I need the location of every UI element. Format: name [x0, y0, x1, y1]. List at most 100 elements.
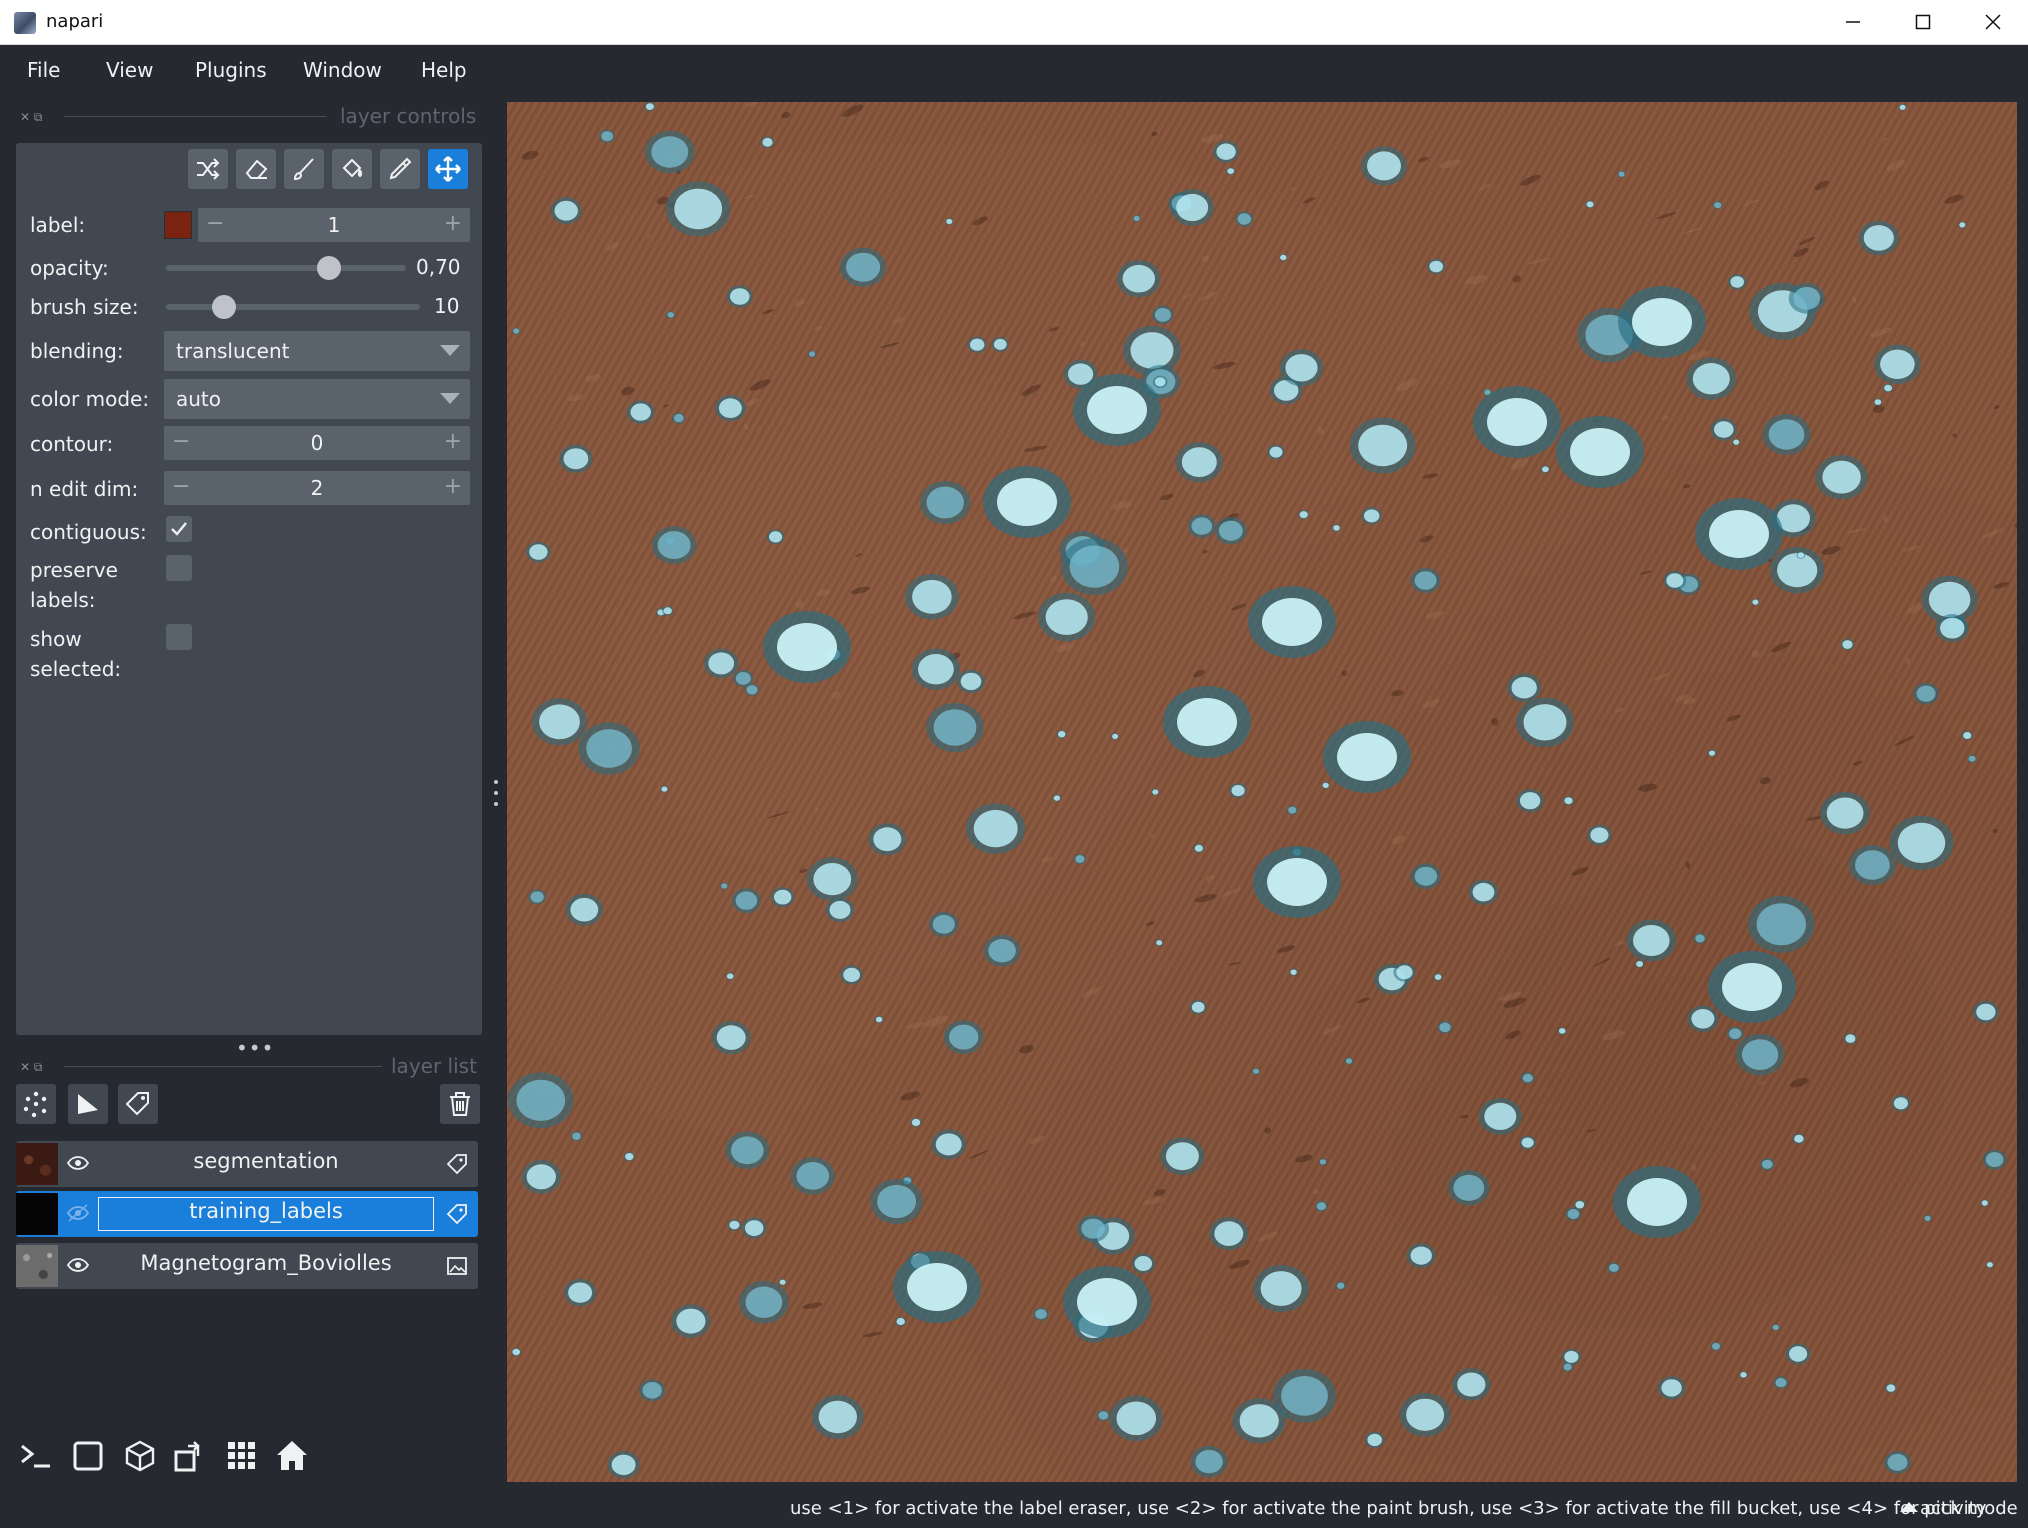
dock-divider: [64, 1066, 382, 1067]
layer-name: segmentation: [193, 1149, 339, 1173]
shuffle-icon: [197, 158, 220, 180]
toggle-ndisplay-button[interactable]: [66, 1434, 110, 1478]
labels-icon: [446, 1204, 467, 1225]
maximize-icon: [1915, 14, 1931, 30]
increment-icon[interactable]: +: [444, 474, 462, 499]
eraser-icon: [245, 159, 268, 179]
pan-zoom-button[interactable]: [428, 149, 468, 189]
layer-thumbnail: [16, 1245, 58, 1287]
layer-thumbnail: [16, 1193, 58, 1235]
dock-divider: [64, 116, 326, 117]
show-selected-checkbox[interactable]: [166, 624, 192, 650]
home-icon: [277, 1441, 307, 1470]
grid-view-button[interactable]: [220, 1434, 264, 1478]
new-shapes-layer-button[interactable]: [68, 1084, 108, 1124]
color-picker-icon: [389, 157, 412, 180]
points-icon: [23, 1091, 47, 1118]
blending-dropdown[interactable]: translucent: [164, 331, 470, 371]
layer-row-training-labels[interactable]: training_labels: [16, 1191, 478, 1237]
paint-brush-icon: [293, 158, 314, 181]
label-caption: label:: [30, 213, 86, 237]
new-labels-layer-button[interactable]: [118, 1084, 158, 1124]
close-icon: [1985, 14, 2001, 30]
layer-row-magnetogram[interactable]: Magnetogram_Boviolles: [16, 1243, 478, 1289]
home-button[interactable]: [270, 1434, 314, 1478]
layer-controls-dock-header: ✕ ⧉ layer controls: [0, 102, 490, 130]
chevron-down-icon: [440, 345, 460, 356]
color-mode-value: auto: [176, 387, 222, 411]
color-picker-button[interactable]: [380, 149, 420, 189]
triangle-up-icon: [1900, 1502, 1918, 1512]
label-value: 1: [327, 213, 341, 237]
n-edit-dim-spinbox[interactable]: − 2 +: [164, 471, 470, 505]
status-bar: use <1> for activate the label eraser, u…: [0, 1490, 2028, 1528]
menu-view[interactable]: View: [106, 58, 153, 82]
status-message: use <1> for activate the label eraser, u…: [790, 1498, 2018, 1519]
n-edit-dim-value: 2: [310, 476, 324, 500]
transpose-button[interactable]: [168, 1434, 212, 1478]
paint-brush-button[interactable]: [284, 149, 324, 189]
shuffle-colors-button[interactable]: [188, 149, 228, 189]
eye-icon[interactable]: [66, 1153, 90, 1173]
label-color-swatch[interactable]: [164, 211, 192, 239]
preserve-labels-caption-line1: preserve: [30, 558, 118, 582]
image-canvas[interactable]: [507, 102, 2017, 1482]
opacity-slider[interactable]: [166, 265, 406, 271]
color-mode-dropdown[interactable]: auto: [164, 379, 470, 419]
checkmark-icon: [171, 522, 187, 536]
delete-layer-button[interactable]: [440, 1084, 480, 1124]
dock-close-float-icons[interactable]: ✕ ⧉: [20, 1060, 42, 1075]
layer-row-segmentation[interactable]: segmentation: [16, 1141, 478, 1187]
labels-icon: [125, 1092, 149, 1116]
menu-help[interactable]: Help: [421, 58, 467, 82]
minimize-icon: [1846, 21, 1860, 23]
console-button[interactable]: [14, 1434, 58, 1478]
dock-close-float-icons[interactable]: ✕ ⧉: [20, 110, 42, 125]
layer-list-dock-header: ✕ ⧉ layer list: [0, 1052, 490, 1080]
layer-thumbnail: [16, 1143, 58, 1185]
show-selected-caption-line2: selected:: [30, 657, 122, 681]
increment-icon[interactable]: +: [444, 429, 462, 454]
activity-label: activity: [1920, 1498, 1987, 1519]
shapes-icon: [78, 1094, 98, 1114]
menu-plugins[interactable]: Plugins: [195, 58, 267, 82]
contour-caption: contour:: [30, 432, 114, 456]
opacity-slider-handle[interactable]: [317, 256, 342, 280]
layer-controls-panel: label: − 1 + opacity: 0,70 brush size: 1…: [16, 143, 482, 1035]
maximize-button[interactable]: [1888, 0, 1958, 45]
close-button[interactable]: [1958, 0, 2028, 45]
contour-value: 0: [310, 431, 324, 455]
menu-window[interactable]: Window: [303, 58, 382, 82]
dock-splitter-handle[interactable]: [493, 778, 499, 808]
contiguous-checkbox[interactable]: [166, 516, 192, 542]
preserve-labels-checkbox[interactable]: [166, 555, 192, 581]
roll-dimensions-button[interactable]: [118, 1434, 162, 1478]
contour-spinbox[interactable]: − 0 +: [164, 426, 470, 460]
increment-icon[interactable]: +: [444, 211, 462, 236]
layer-controls-title: layer controls: [340, 104, 477, 128]
menu-file[interactable]: File: [27, 58, 60, 82]
square-2d-icon: [73, 1441, 103, 1471]
layer-name: Magnetogram_Boviolles: [140, 1251, 392, 1275]
brush-size-slider[interactable]: [166, 304, 420, 310]
menu-bar: File View Plugins Window Help: [0, 46, 2028, 94]
contiguous-caption: contiguous:: [30, 520, 147, 544]
fill-bucket-icon: [342, 158, 363, 178]
minimize-button[interactable]: [1818, 0, 1888, 45]
layer-name: training_labels: [189, 1199, 343, 1223]
eye-icon[interactable]: [66, 1255, 90, 1275]
segmentation-overlay: [508, 102, 2017, 1479]
window-title: napari: [46, 11, 104, 32]
blending-caption: blending:: [30, 339, 124, 363]
opacity-caption: opacity:: [30, 256, 109, 280]
eye-icon[interactable]: [66, 1203, 90, 1223]
activity-button[interactable]: activity: [1900, 1498, 1986, 1519]
chevron-down-icon: [440, 393, 460, 404]
n-edit-dim-caption: n edit dim:: [30, 477, 139, 501]
brush-size-slider-handle[interactable]: [212, 295, 236, 319]
fill-bucket-button[interactable]: [332, 149, 372, 189]
new-points-layer-button[interactable]: [16, 1084, 56, 1124]
eraser-button[interactable]: [236, 149, 276, 189]
label-spinbox[interactable]: − 1 +: [198, 208, 470, 242]
labels-icon: [446, 1154, 467, 1175]
